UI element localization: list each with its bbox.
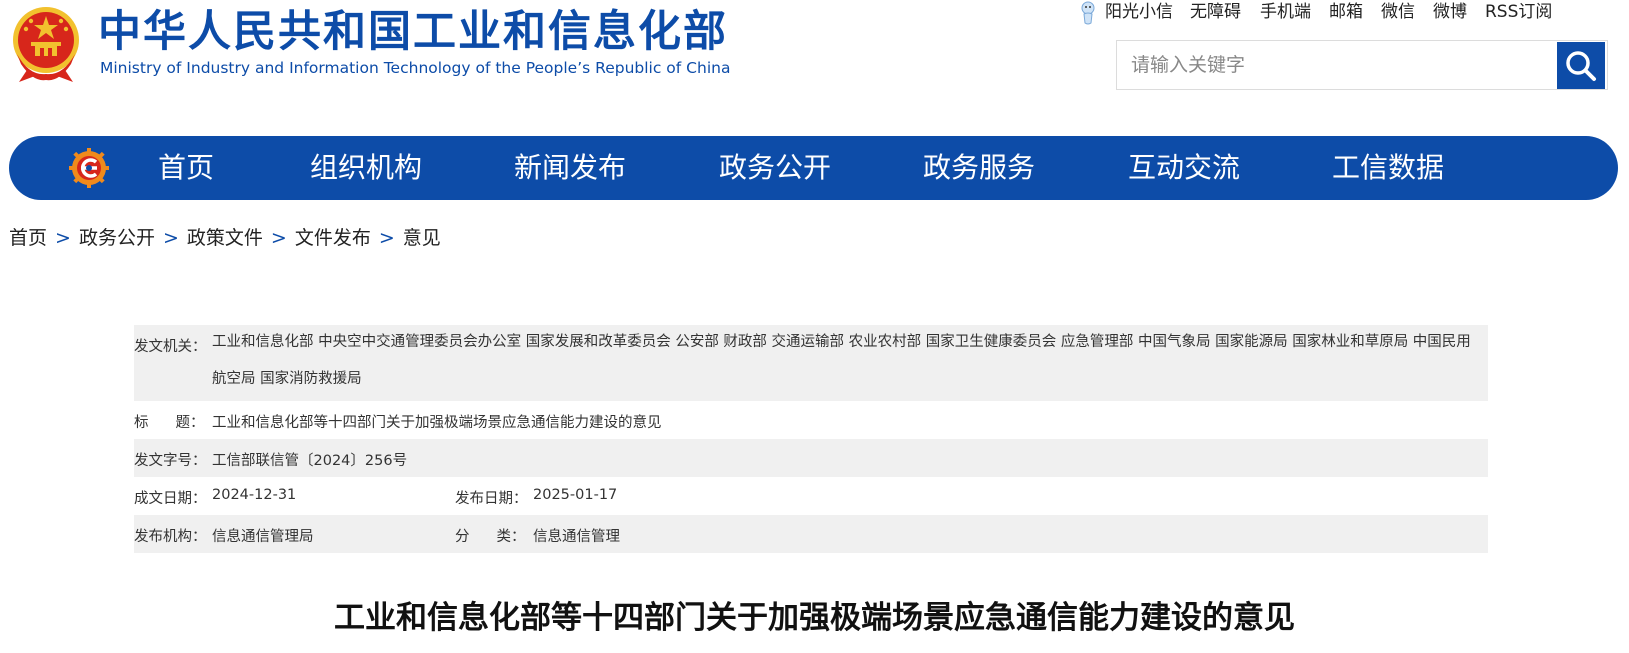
- nav-item-data[interactable]: 工信数据: [1332, 136, 1444, 200]
- top-link-mobile[interactable]: 手机端: [1260, 0, 1311, 24]
- breadcrumb-separator: >: [162, 227, 179, 249]
- article-title: 工业和信息化部等十四部门关于加强极端场景应急通信能力建设的意见: [334, 600, 1295, 636]
- top-link-accessibility[interactable]: 无障碍: [1190, 0, 1241, 24]
- nav-item-government-affairs[interactable]: 政务公开: [719, 136, 831, 200]
- search-box: [1116, 40, 1608, 90]
- title-value: 工业和信息化部等十四部门关于加强极端场景应急通信能力建设的意见: [212, 415, 662, 431]
- document-metadata-table: 发文机关： 工业和信息化部 中央空中交通管理委员会办公室 国家发展和改革委员会 …: [134, 325, 1488, 553]
- mascot-icon: [1079, 1, 1097, 25]
- issuer-label: 发文机关：: [134, 339, 207, 355]
- breadcrumb-separator: >: [270, 227, 287, 249]
- site-title: 中华人民共和国工业和信息化部: [98, 7, 728, 57]
- breadcrumb-separator: >: [55, 227, 71, 249]
- top-links-bar: 阳光小信 无障碍 手机端 邮箱 微信 微博 RSS订阅: [1069, 0, 1629, 26]
- breadcrumb-item-government-affairs[interactable]: 政务公开: [79, 227, 155, 249]
- breadcrumb-item-home[interactable]: 首页: [9, 227, 47, 249]
- metadata-row-doc-number: 发文字号： 工信部联信管〔2024〕256号: [134, 439, 1488, 477]
- written-date-label: 成文日期：: [134, 491, 207, 507]
- breadcrumb-item-document-release[interactable]: 文件发布: [295, 227, 371, 249]
- main-nav: 首页 组织机构 新闻发布 政务公开 政务服务 互动交流 工信数据: [9, 136, 1618, 200]
- nav-item-government-services[interactable]: 政务服务: [923, 136, 1035, 200]
- top-link-sunshine[interactable]: 阳光小信: [1079, 0, 1173, 25]
- breadcrumb-separator: >: [378, 227, 395, 249]
- site-subtitle: Ministry of Industry and Information Tec…: [100, 59, 731, 77]
- nav-item-home[interactable]: 首页: [158, 136, 214, 200]
- publisher-label: 发布机构：: [134, 529, 207, 545]
- breadcrumb-item-policy-documents[interactable]: 政策文件: [187, 227, 263, 249]
- top-link-wechat[interactable]: 微信: [1381, 0, 1415, 24]
- search-input[interactable]: [1117, 41, 1557, 89]
- breadcrumb: 首页 > 政务公开 > 政策文件 > 文件发布 > 意见: [9, 224, 441, 252]
- publish-date-value: 2025-01-17: [533, 487, 618, 503]
- nav-item-interaction[interactable]: 互动交流: [1128, 136, 1240, 200]
- title-label-colon: ：: [190, 415, 205, 431]
- search-icon: [1557, 51, 1605, 93]
- search-button[interactable]: [1557, 42, 1605, 89]
- doc-number-label: 发文字号：: [134, 453, 207, 469]
- category-value: 信息通信管理: [533, 529, 620, 545]
- metadata-row-issuer: 发文机关： 工业和信息化部 中央空中交通管理委员会办公室 国家发展和改革委员会 …: [134, 325, 1488, 401]
- issuer-value: 工业和信息化部 中央空中交通管理委员会办公室 国家发展和改革委员会 公安部 财政…: [212, 334, 1471, 387]
- publish-date-label: 发布日期：: [455, 491, 528, 507]
- written-date-value: 2024-12-31: [212, 487, 297, 503]
- category-label-colon: ：: [511, 529, 526, 545]
- doc-number-value: 工信部联信管〔2024〕256号: [212, 453, 408, 469]
- publisher-value: 信息通信管理局: [212, 529, 314, 545]
- category-label: 分类：: [455, 525, 526, 546]
- breadcrumb-item-opinions[interactable]: 意见: [403, 227, 441, 249]
- nav-item-organization[interactable]: 组织机构: [310, 136, 422, 200]
- top-link-rss[interactable]: RSS订阅: [1485, 0, 1552, 24]
- top-link-sunshine-label: 阳光小信: [1105, 2, 1173, 22]
- top-link-weibo[interactable]: 微博: [1433, 0, 1467, 24]
- title-label: 标题：: [134, 411, 205, 432]
- metadata-row-title: 标题： 工业和信息化部等十四部门关于加强极端场景应急通信能力建设的意见: [134, 401, 1488, 439]
- nav-item-news[interactable]: 新闻发布: [514, 136, 626, 200]
- national-emblem-logo: [9, 4, 83, 84]
- top-link-mail[interactable]: 邮箱: [1329, 0, 1363, 24]
- metadata-row-publisher: 发布机构： 信息通信管理局 分类： 信息通信管理: [134, 515, 1488, 553]
- miit-logo-icon: [69, 148, 109, 188]
- metadata-row-dates: 成文日期： 2024-12-31 发布日期： 2025-01-17: [134, 477, 1488, 515]
